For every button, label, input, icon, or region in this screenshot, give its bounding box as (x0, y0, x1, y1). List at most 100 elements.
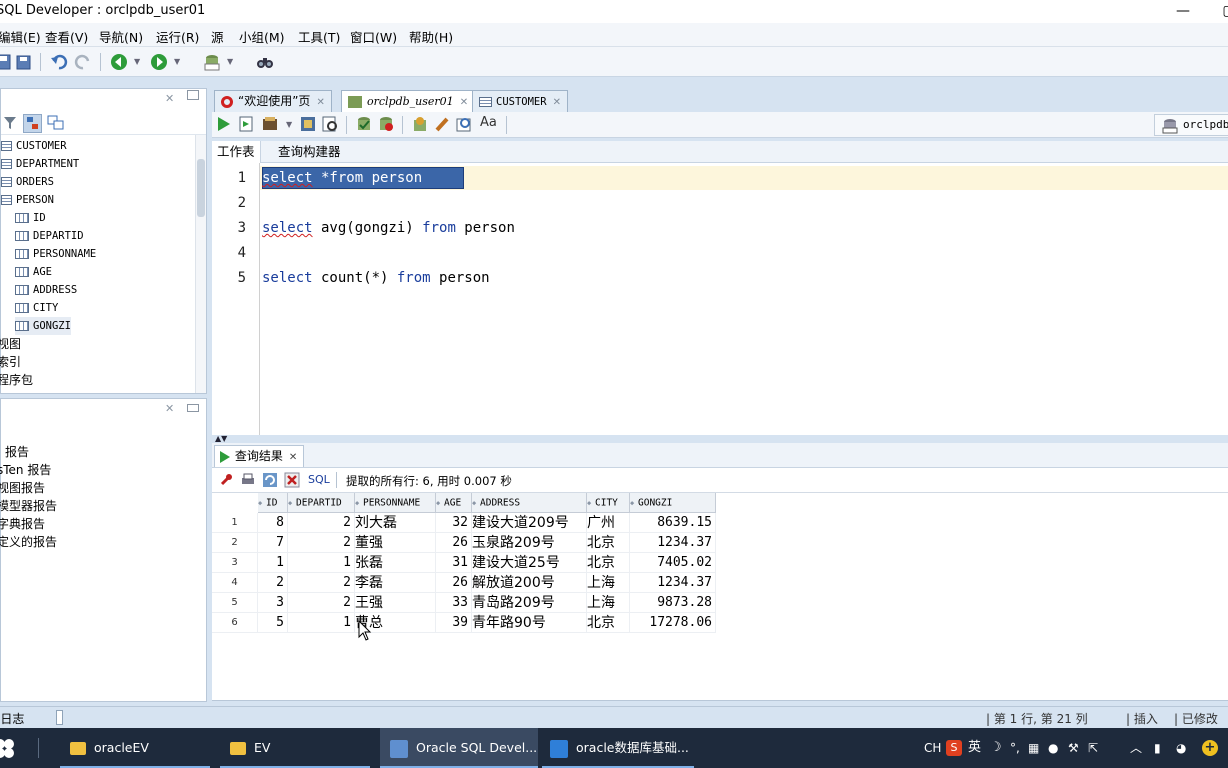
task-sql-developer[interactable]: Oracle SQL Devel... (380, 728, 538, 768)
moon-icon[interactable]: ☽ (990, 728, 1002, 768)
undo-icon[interactable] (50, 53, 68, 71)
cell-gongzi[interactable]: 1234.37 (630, 533, 716, 553)
cell-personname[interactable]: 董强 (355, 533, 436, 553)
cell-id[interactable]: 7 (258, 533, 288, 553)
cell-gongzi[interactable]: 17278.06 (630, 613, 716, 633)
refresh-icon[interactable] (47, 115, 65, 134)
start-icon[interactable] (0, 738, 16, 761)
redo-icon[interactable] (74, 53, 92, 71)
minimize-panel-icon[interactable] (187, 404, 199, 412)
pin-icon[interactable] (218, 472, 234, 491)
menu-tools[interactable]: 工具(T) (298, 27, 340, 46)
menu-window[interactable]: 窗口(W) (350, 27, 397, 46)
cell-gongzi[interactable]: 1234.37 (630, 573, 716, 593)
tree-column-gongzi[interactable]: GONGZI (15, 317, 71, 335)
menu-navigate[interactable]: 导航(N) (99, 27, 143, 46)
column-header-gongzi[interactable]: ◆ GONGZI (630, 493, 716, 513)
report-item[interactable]: sTen 报告 (0, 461, 51, 479)
close-icon[interactable]: ✕ (165, 402, 174, 415)
binoculars-icon[interactable] (256, 53, 274, 71)
tree-column-age[interactable]: AGE (15, 263, 52, 281)
clear-icon[interactable] (434, 116, 450, 135)
cell-city[interactable]: 广州 (587, 513, 630, 533)
menu-source[interactable]: 源 (211, 27, 224, 46)
cell-age[interactable]: 26 (436, 533, 472, 553)
filter-icon[interactable] (3, 116, 17, 133)
add-icon[interactable]: + (1202, 740, 1218, 756)
sogou-icon[interactable]: S (946, 740, 962, 756)
column-header-departid[interactable]: ◆ DEPARTID (288, 493, 355, 513)
run-statement-icon[interactable] (216, 116, 232, 135)
table-row[interactable]: 6 5 1 曹总 39 青年路90号 北京 17278.06 (212, 613, 716, 633)
results-grid[interactable]: ◆ ID ◆ DEPARTID ◆ PERSONNAME ◆ AGE ◆ ADDRESS … (212, 493, 1228, 701)
log-tab[interactable]: -日志 (0, 710, 24, 727)
tab-query-result[interactable]: 查询结果 ✕ (214, 445, 305, 467)
user-icon[interactable]: ● (1048, 728, 1058, 768)
task-ev[interactable]: EV (220, 728, 370, 768)
tree-folder-packages[interactable]: 程序包 (0, 371, 33, 389)
cell-departid[interactable]: 2 (288, 513, 355, 533)
menu-run[interactable]: 运行(R) (156, 27, 199, 46)
cell-address[interactable]: 青年路90号 (472, 613, 587, 633)
pane-splitter[interactable]: ▲▼ (212, 434, 1228, 443)
cell-gongzi[interactable]: 7405.02 (630, 553, 716, 573)
connection-selector[interactable]: orclpdb_ (1154, 114, 1228, 136)
table-row[interactable]: 4 2 2 李磊 26 解放道200号 上海 1234.37 (212, 573, 716, 593)
tree-item-customer[interactable]: CUSTOMER (1, 137, 67, 155)
tree-folder-indexes[interactable]: 索引 (0, 353, 21, 371)
tree-column-personname[interactable]: PERSONNAME (15, 245, 96, 263)
cell-city[interactable]: 北京 (587, 553, 630, 573)
table-row[interactable]: 1 8 2 刘大磊 32 建设大道209号 广州 8639.15 (212, 513, 716, 533)
save-all-icon[interactable] (14, 53, 32, 71)
cell-departid[interactable]: 2 (288, 593, 355, 613)
cell-city[interactable]: 上海 (587, 593, 630, 613)
rollback-icon[interactable] (378, 116, 394, 135)
tree-column-city[interactable]: CITY (15, 299, 58, 317)
cell-address[interactable]: 玉泉路209号 (472, 533, 587, 553)
run-script-icon[interactable] (238, 116, 254, 135)
text-case-icon[interactable]: Aa (480, 115, 497, 130)
menu-view[interactable]: 查看(V) (45, 27, 88, 46)
tab-worksheet[interactable]: orclpdb_user01 ✕ (341, 90, 476, 112)
commit-icon[interactable] (356, 116, 372, 135)
cell-city[interactable]: 北京 (587, 533, 630, 553)
report-item[interactable]: 报告 (5, 443, 29, 461)
cell-departid[interactable]: 2 (288, 573, 355, 593)
expand-icon[interactable]: ⇱ (1088, 728, 1098, 768)
restore-button[interactable]: ▢ (1206, 0, 1228, 23)
cell-departid[interactable]: 1 (288, 613, 355, 633)
cell-address[interactable]: 建设大道25号 (472, 553, 587, 573)
print-icon[interactable] (240, 472, 256, 491)
cell-gongzi[interactable]: 9873.28 (630, 593, 716, 613)
minimize-button[interactable]: — (1160, 0, 1206, 23)
save-icon[interactable] (0, 53, 12, 71)
cell-address[interactable]: 解放道200号 (472, 573, 587, 593)
connection-dropdown-icon[interactable]: ▼ (227, 57, 233, 66)
tree-scrollbar[interactable] (195, 135, 206, 393)
report-item[interactable]: 定义的报告 (0, 533, 57, 551)
tree-column-departid[interactable]: DEPARTID (15, 227, 84, 245)
punctuation-icon[interactable]: °, (1010, 728, 1020, 768)
tab-customer[interactable]: CUSTOMER ✕ (472, 90, 568, 112)
back-icon[interactable] (110, 53, 128, 71)
tab-worksheet-editor[interactable]: 工作表 (212, 141, 261, 163)
schema-icon[interactable] (23, 114, 42, 133)
minimize-panel-icon[interactable] (187, 90, 199, 100)
cell-address[interactable]: 青岛路209号 (472, 593, 587, 613)
cell-id[interactable]: 3 (258, 593, 288, 613)
qq-icon[interactable]: ◕ (1176, 728, 1186, 768)
cell-city[interactable]: 上海 (587, 573, 630, 593)
cell-personname[interactable]: 张磊 (355, 553, 436, 573)
tree-folder-views[interactable]: 视图 (0, 335, 21, 353)
cell-id[interactable]: 1 (258, 553, 288, 573)
sql-tuning-icon[interactable] (322, 116, 338, 135)
cell-personname[interactable]: 王强 (355, 593, 436, 613)
tree-column-address[interactable]: ADDRESS (15, 281, 77, 299)
task-oracleev[interactable]: oracleEV (60, 728, 210, 768)
cell-id[interactable]: 5 (258, 613, 288, 633)
cell-city[interactable]: 北京 (587, 613, 630, 633)
cell-departid[interactable]: 1 (288, 553, 355, 573)
report-item[interactable]: 字典报告 (0, 515, 45, 533)
cell-age[interactable]: 31 (436, 553, 472, 573)
keyboard-icon[interactable]: ▦ (1028, 728, 1039, 768)
